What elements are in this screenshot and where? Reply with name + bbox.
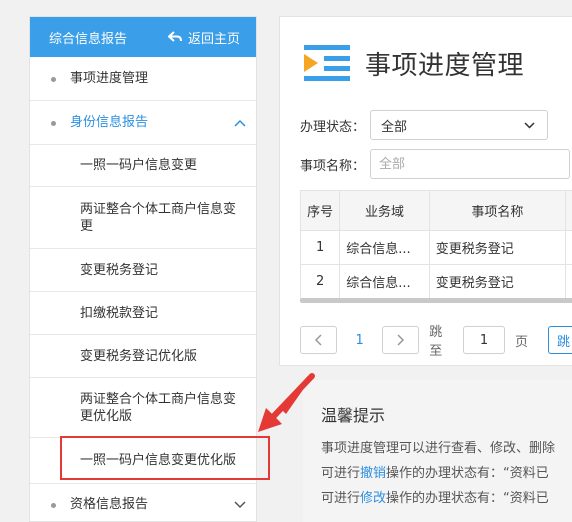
sidebar-subitem-6[interactable]: 两证整合个体工商户信息变更优化版: [30, 378, 256, 438]
sidebar-item-label: 一照一码户信息变更: [80, 158, 198, 173]
page-number-current[interactable]: 1: [337, 333, 383, 348]
main-panel: 事项进度管理 办理状态： 全部 事项名称： 序号 业务域 事项名称 1 综合信息…: [279, 16, 572, 366]
progress-table: 序号 业务域 事项名称 1 综合信息... 变更税务登记 2 综合信息... 变…: [299, 190, 572, 299]
tips-text: 可进行: [321, 491, 361, 506]
sidebar-item-identity[interactable]: 身份信息报告: [30, 101, 256, 145]
name-input[interactable]: [370, 149, 570, 179]
col-header: 序号: [299, 190, 341, 231]
chevron-up-icon: [234, 119, 246, 127]
cell-name: 变更税务登记: [428, 230, 567, 265]
name-label: 事项名称：: [300, 158, 366, 174]
highlight-box: [60, 436, 270, 480]
sidebar-item-label: 变更税务登记: [80, 262, 159, 278]
modify-link[interactable]: 修改: [360, 491, 386, 506]
sidebar-item-label: 变更税务登记优化版: [80, 348, 198, 364]
bullet-icon: [51, 120, 56, 126]
page-header: 事项进度管理: [300, 43, 524, 83]
cell-overflow: [565, 230, 572, 265]
pagination: 1 跳至 页 跳: [300, 321, 572, 359]
annotation-arrow-icon: [258, 373, 315, 432]
list-play-icon: [304, 45, 350, 81]
sidebar-subitem-5[interactable]: 变更税务登记优化版: [30, 335, 256, 378]
sidebar-subitem-1[interactable]: 一照一码户信息变更: [30, 145, 256, 187]
back-arrow-icon: [167, 31, 182, 42]
tips-title: 温馨提示: [321, 406, 386, 425]
table-row[interactable]: 2 综合信息... 变更税务登记: [299, 264, 572, 299]
status-filter: 办理状态： 全部: [300, 110, 548, 140]
revoke-link[interactable]: 撤销: [360, 466, 386, 481]
cell-index: 1: [299, 230, 341, 265]
cell-name: 变更税务登记: [428, 264, 567, 299]
chevron-left-icon: [315, 334, 322, 346]
sidebar-header: 综合信息报告 返回主页: [30, 17, 256, 57]
status-select[interactable]: 全部: [370, 110, 548, 140]
tips-text: 可进行: [321, 466, 361, 481]
tips-line-1: 事项进度管理可以进行查看、修改、删除: [321, 441, 556, 456]
chevron-right-icon: [397, 334, 404, 346]
sidebar-item-qualification[interactable]: 资格信息报告: [30, 484, 256, 521]
sidebar-item-label: 事项进度管理: [70, 71, 149, 86]
tips-panel: 温馨提示 事项进度管理可以进行查看、修改、删除 可进行撤销操作的办理状态有：“资…: [303, 380, 572, 522]
table-row[interactable]: 1 综合信息... 变更税务登记: [299, 230, 572, 265]
col-header: 事项名称: [428, 190, 567, 231]
sidebar-subitem-3[interactable]: 变更税务登记: [30, 249, 256, 292]
sidebar-item-progress[interactable]: 事项进度管理: [30, 57, 256, 101]
sidebar-item-label: 资格信息报告: [70, 497, 149, 512]
sidebar-item-label: 扣缴税款登记: [80, 305, 159, 321]
sidebar-subitem-2[interactable]: 两证整合个体工商户信息变更: [30, 187, 256, 249]
next-page-button[interactable]: [382, 326, 420, 354]
go-page-button[interactable]: 跳: [548, 326, 572, 354]
cell-index: 2: [299, 264, 341, 299]
bullet-icon: [51, 502, 56, 508]
tips-text: 操作的办理状态有：“资料已: [386, 491, 549, 506]
chevron-down-icon: [234, 500, 246, 508]
bullet-icon: [51, 76, 56, 82]
sidebar-title: 综合信息报告: [49, 31, 128, 47]
back-home-button[interactable]: 返回主页: [167, 28, 240, 47]
tips-text: 操作的办理状态有：“资料已: [386, 466, 549, 481]
table-header-row: 序号 业务域 事项名称: [299, 190, 572, 231]
chevron-down-icon: [524, 121, 535, 129]
sidebar-item-label: 两证整合个体工商户信息变更优化版: [80, 391, 237, 424]
back-home-label: 返回主页: [187, 31, 240, 47]
status-label: 办理状态：: [300, 119, 366, 135]
col-header: 业务域: [339, 190, 430, 231]
name-filter: 事项名称：: [300, 149, 570, 179]
table-scrollbar[interactable]: [300, 298, 572, 303]
page-input[interactable]: [463, 326, 506, 354]
sidebar-item-label: 两证整合个体工商户信息变更: [80, 201, 237, 234]
page-title: 事项进度管理: [365, 50, 525, 81]
cell-domain: 综合信息...: [339, 230, 430, 265]
col-header-overflow: [565, 190, 572, 231]
page-unit-label: 页: [515, 334, 529, 350]
sidebar-item-label: 身份信息报告: [70, 115, 149, 130]
tips-line-3: 可进行修改操作的办理状态有：“资料已: [321, 486, 572, 511]
jump-label: 跳至: [429, 325, 443, 359]
prev-page-button[interactable]: [300, 326, 337, 354]
cell-overflow: [565, 264, 572, 299]
tips-line-2: 可进行撤销操作的办理状态有：“资料已: [321, 461, 572, 486]
cell-domain: 综合信息...: [339, 264, 430, 299]
status-select-value: 全部: [381, 119, 408, 135]
sidebar-subitem-4[interactable]: 扣缴税款登记: [30, 292, 256, 335]
